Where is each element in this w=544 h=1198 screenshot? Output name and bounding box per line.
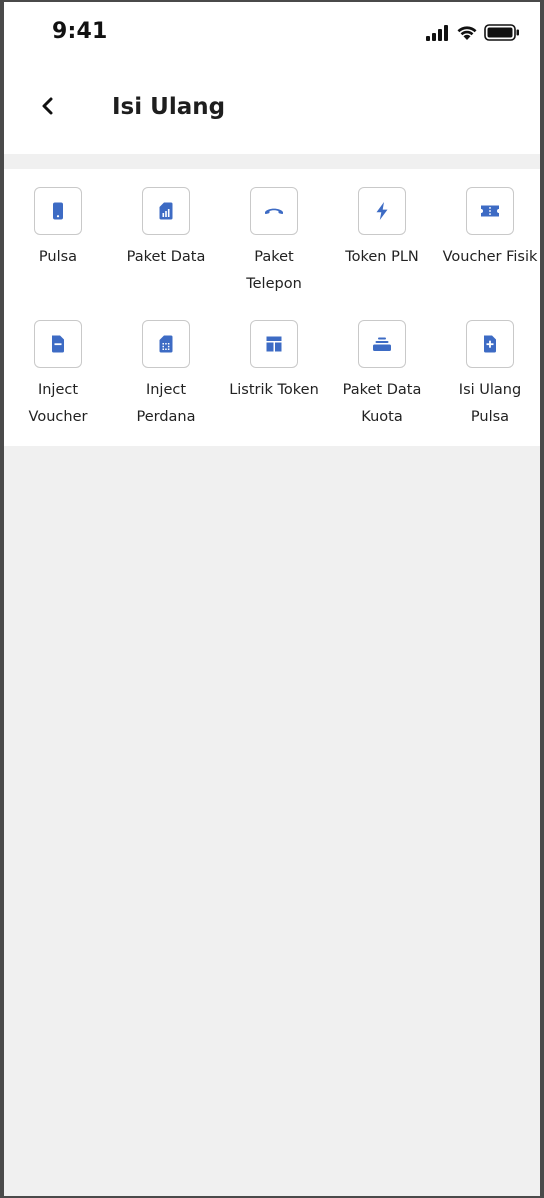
bolt-icon xyxy=(372,201,392,221)
back-button[interactable] xyxy=(30,88,66,124)
menu-label: Listrik Token xyxy=(229,382,319,398)
status-bar: 9:41 xyxy=(0,0,544,70)
menu-label: Paket Telepon xyxy=(246,249,302,292)
page-title: Isi Ulang xyxy=(112,94,226,120)
call-end-icon xyxy=(263,201,285,221)
menu-icon-box xyxy=(358,320,406,368)
menu-icon-box xyxy=(34,187,82,235)
layers-icon xyxy=(371,334,393,354)
menu-item-paket-telepon[interactable]: Paket Telepon xyxy=(220,187,328,298)
app-header: Isi Ulang xyxy=(0,70,544,154)
layout-icon xyxy=(264,334,284,354)
menu-item-paket-data[interactable]: Paket Data xyxy=(112,187,220,271)
menu-label: Pulsa xyxy=(38,249,78,265)
menu-label: Paket Data Kuota xyxy=(342,382,422,425)
menu-item-isi-ulang-pulsa[interactable]: Isi Ulang Pulsa xyxy=(436,320,544,431)
menu-icon-box xyxy=(358,187,406,235)
menu-label: Inject Perdana xyxy=(136,382,196,425)
menu-icon-box xyxy=(466,187,514,235)
menu-icon-box xyxy=(34,320,82,368)
phone-icon xyxy=(48,201,68,221)
menu-icon-box xyxy=(250,320,298,368)
menu-item-inject-perdana[interactable]: Inject Perdana xyxy=(112,320,220,431)
menu-label: Voucher Fisik xyxy=(442,249,538,265)
signal-icon xyxy=(426,24,450,41)
battery-icon xyxy=(484,24,520,41)
status-icons xyxy=(426,24,520,41)
wifi-icon xyxy=(456,25,478,41)
chevron-left-icon xyxy=(39,96,57,116)
menu-label: Paket Data xyxy=(126,249,206,265)
document-minus-icon xyxy=(48,334,68,354)
menu-item-pulsa[interactable]: Pulsa xyxy=(4,187,112,271)
document-plus-icon xyxy=(480,334,500,354)
menu-item-inject-voucher[interactable]: Inject Voucher xyxy=(4,320,112,431)
ticket-icon xyxy=(479,201,501,221)
menu-icon-box xyxy=(142,320,190,368)
menu-item-token-pln[interactable]: Token PLN xyxy=(328,187,436,271)
menu-label: Token PLN xyxy=(345,249,419,265)
sim-card-icon xyxy=(156,334,176,354)
menu-icon-box xyxy=(466,320,514,368)
sim-signal-icon xyxy=(156,201,176,221)
menu-label: Isi Ulang Pulsa xyxy=(458,382,522,425)
menu-label: Inject Voucher xyxy=(28,382,88,425)
menu-icon-box xyxy=(142,187,190,235)
status-time: 9:41 xyxy=(52,19,108,44)
menu-item-paket-data-kuota[interactable]: Paket Data Kuota xyxy=(328,320,436,431)
menu-grid: Pulsa Paket Data Paket Telepon Token PLN… xyxy=(4,169,540,446)
menu-item-voucher-fisik[interactable]: Voucher Fisik xyxy=(436,187,544,271)
menu-icon-box xyxy=(250,187,298,235)
menu-item-listrik-token[interactable]: Listrik Token xyxy=(220,320,328,404)
